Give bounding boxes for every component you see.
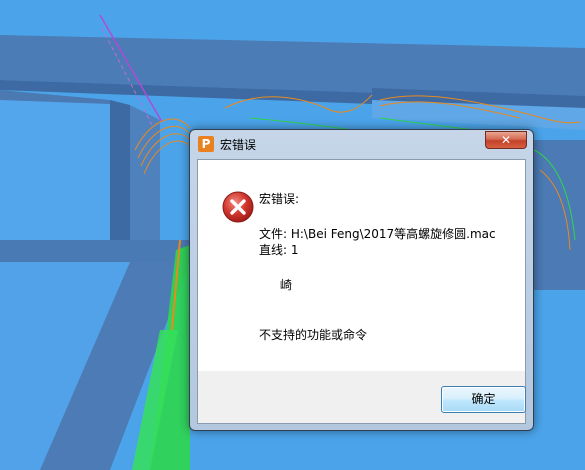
powermill-p-icon: P: [198, 136, 214, 152]
close-button[interactable]: ✕: [485, 131, 527, 149]
dialog-titlebar[interactable]: P 宏错误 ✕: [190, 130, 533, 158]
error-heading: 宏错误:: [259, 192, 300, 206]
message-area: 宏错误: 文件: H:\Bei Feng\2017等高螺旋修圆.mac 直线: …: [198, 160, 525, 371]
error-token: 崎: [280, 278, 293, 292]
close-icon: ✕: [500, 133, 512, 147]
dialog-client-area: 宏错误: 文件: H:\Bei Feng\2017等高螺旋修圆.mac 直线: …: [197, 159, 526, 424]
error-file-path: 文件: H:\Bei Feng\2017等高螺旋修圆.mac: [259, 227, 496, 241]
error-line-number: 直线: 1: [259, 243, 299, 257]
error-x-icon: [222, 191, 254, 223]
dialog-title: 宏错误: [220, 138, 257, 152]
ok-button[interactable]: 确定: [441, 386, 526, 413]
error-description: 不支持的功能或命令: [259, 328, 368, 342]
macro-error-dialog: P 宏错误 ✕ 宏错误: 文件: H:\Bei Feng\2017等高螺旋修圆.…: [189, 129, 534, 431]
cad-viewport[interactable]: P 宏错误 ✕ 宏错误: 文件: H:\Bei Feng\2017等高螺旋修圆.…: [0, 0, 585, 470]
